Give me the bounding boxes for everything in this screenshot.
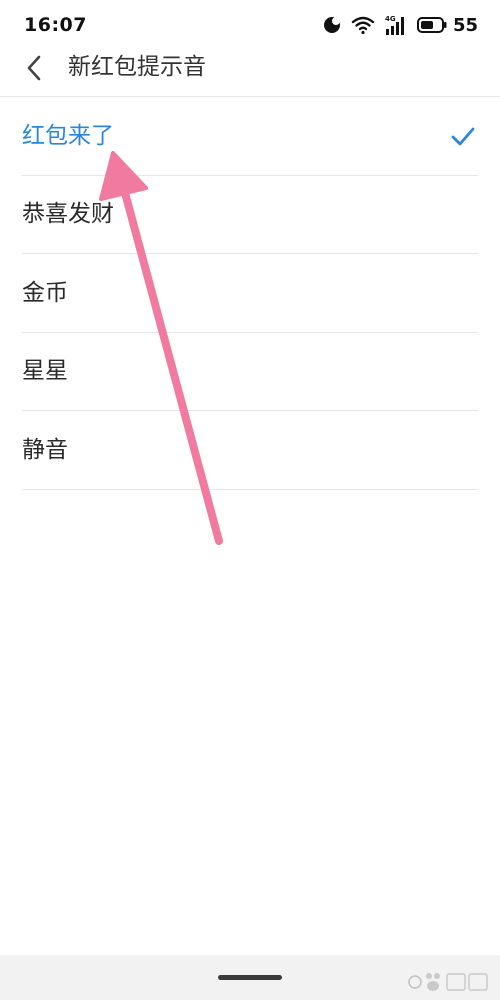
chevron-left-icon bbox=[27, 55, 41, 81]
list-item-label: 金币 bbox=[22, 279, 68, 306]
battery-level: 55 bbox=[452, 14, 478, 36]
status-time: 16:07 bbox=[24, 14, 87, 36]
list-item-label: 星星 bbox=[22, 358, 68, 385]
list-item-xingxing[interactable]: 星星 bbox=[22, 333, 478, 411]
list-item-jingyin[interactable]: 静音 bbox=[22, 411, 478, 490]
do-not-disturb-icon bbox=[323, 17, 340, 33]
battery-icon bbox=[416, 17, 447, 33]
list-item-label: 静音 bbox=[22, 436, 68, 463]
title-bar: 新红包提示音 bbox=[0, 40, 500, 97]
page-title: 新红包提示音 bbox=[68, 54, 206, 80]
watermark-logo bbox=[408, 973, 488, 991]
list-item-label: 红包来了 bbox=[22, 122, 114, 149]
back-button[interactable] bbox=[16, 50, 52, 86]
status-icons: 4G 55 bbox=[322, 13, 478, 37]
list-item-label: 恭喜发财 bbox=[22, 201, 114, 228]
wifi-icon bbox=[351, 16, 375, 35]
home-indicator[interactable] bbox=[218, 975, 282, 980]
checkmark-icon bbox=[451, 127, 475, 146]
list-item-gongxi-facai[interactable]: 恭喜发财 bbox=[22, 176, 478, 254]
list-item-jinbi[interactable]: 金币 bbox=[22, 254, 478, 333]
list-item-hongbao-laile[interactable]: 红包来了 bbox=[22, 97, 478, 176]
sound-list: 红包来了 恭喜发财 金币 星星 静音 bbox=[0, 97, 500, 490]
battery: 55 bbox=[416, 14, 478, 36]
signal-icon: 4G bbox=[385, 15, 404, 35]
network-type-label: 4G bbox=[385, 15, 396, 23]
